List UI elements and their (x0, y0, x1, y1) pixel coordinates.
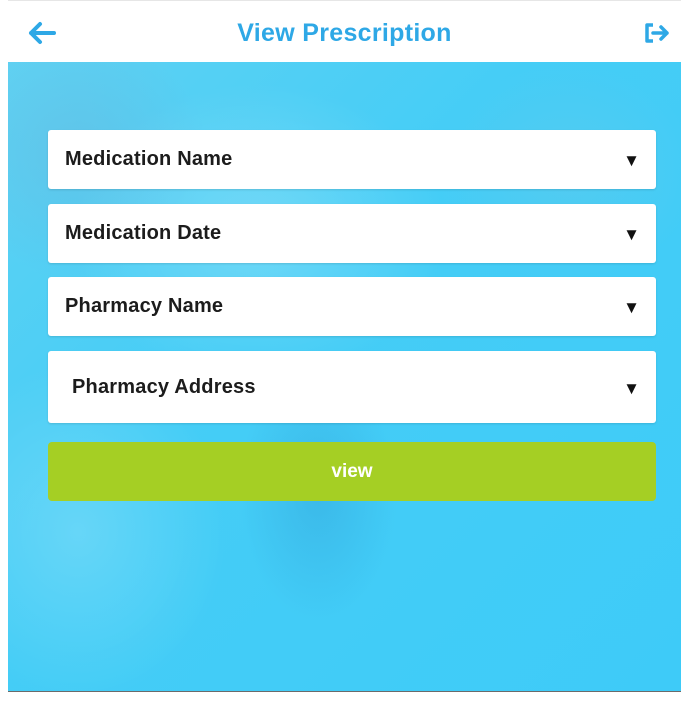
caret-down-icon: ▼ (623, 151, 640, 170)
medication-name-label: Medication Name (65, 148, 233, 170)
view-button[interactable]: view (48, 442, 656, 501)
caret-down-icon: ▼ (623, 225, 640, 244)
pharmacy-name-label: Pharmacy Name (65, 295, 224, 317)
caret-down-icon: ▼ (623, 379, 640, 398)
medication-name-dropdown[interactable]: Medication Name ▼ (48, 130, 656, 189)
logout-icon (645, 23, 669, 43)
app-screen: View Prescription Medication Name ▼ Medi… (8, 0, 681, 721)
pharmacy-address-dropdown[interactable]: Pharmacy Address ▼ (48, 351, 656, 423)
caret-down-icon: ▼ (623, 298, 640, 317)
top-bar: View Prescription (8, 0, 681, 62)
page-title: View Prescription (237, 19, 452, 47)
bottom-divider (8, 691, 681, 721)
medication-date-label: Medication Date (65, 222, 222, 244)
medication-date-dropdown[interactable]: Medication Date ▼ (48, 204, 656, 263)
pharmacy-address-label: Pharmacy Address (72, 376, 256, 398)
logout-button[interactable] (637, 15, 677, 51)
pharmacy-name-dropdown[interactable]: Pharmacy Name ▼ (48, 277, 656, 336)
